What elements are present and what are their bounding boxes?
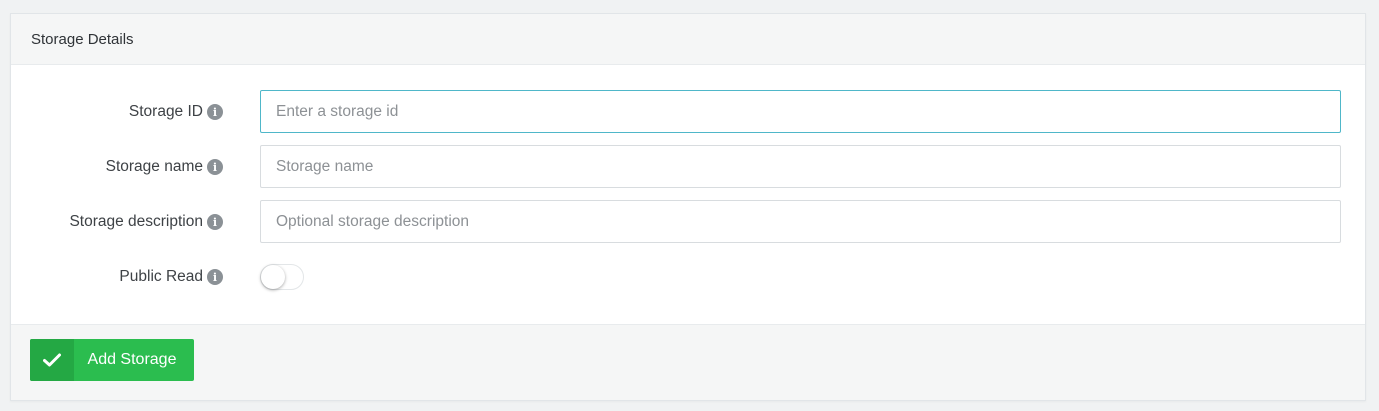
info-icon[interactable]: i xyxy=(207,159,223,175)
storage-id-label-text: Storage ID xyxy=(128,103,203,120)
info-icon[interactable]: i xyxy=(207,214,223,230)
storage-description-input[interactable] xyxy=(260,200,1341,243)
storage-description-label: Storage description i xyxy=(69,200,223,244)
public-read-row: Public Read i xyxy=(11,255,1365,299)
storage-id-row: Storage ID i xyxy=(11,90,1365,134)
panel-title: Storage Details xyxy=(31,30,134,48)
storage-name-row: Storage name i xyxy=(11,145,1365,189)
info-icon[interactable]: i xyxy=(207,104,223,120)
info-icon[interactable]: i xyxy=(207,269,223,285)
storage-name-input[interactable] xyxy=(260,145,1341,188)
public-read-toggle[interactable] xyxy=(260,264,304,290)
storage-form: Storage ID i Storage name i Storage desc… xyxy=(11,65,1365,325)
storage-description-row: Storage description i xyxy=(11,200,1365,244)
storage-description-label-text: Storage description xyxy=(69,213,203,230)
storage-id-input[interactable] xyxy=(260,90,1341,133)
toggle-knob xyxy=(261,265,285,289)
storage-name-label: Storage name i xyxy=(106,145,223,189)
storage-name-label-text: Storage name xyxy=(105,158,203,175)
panel-header: Storage Details xyxy=(11,14,1365,65)
public-read-label-text: Public Read xyxy=(119,268,203,285)
storage-details-panel: Storage Details Storage ID i Storage nam… xyxy=(10,13,1366,401)
public-read-label: Public Read i xyxy=(119,255,223,299)
panel-footer: Add Storage xyxy=(11,324,1365,400)
storage-id-label: Storage ID i xyxy=(129,90,223,134)
add-storage-button[interactable]: Add Storage xyxy=(30,339,194,381)
add-storage-label: Add Storage xyxy=(87,351,177,368)
checkmark-icon xyxy=(30,339,74,381)
